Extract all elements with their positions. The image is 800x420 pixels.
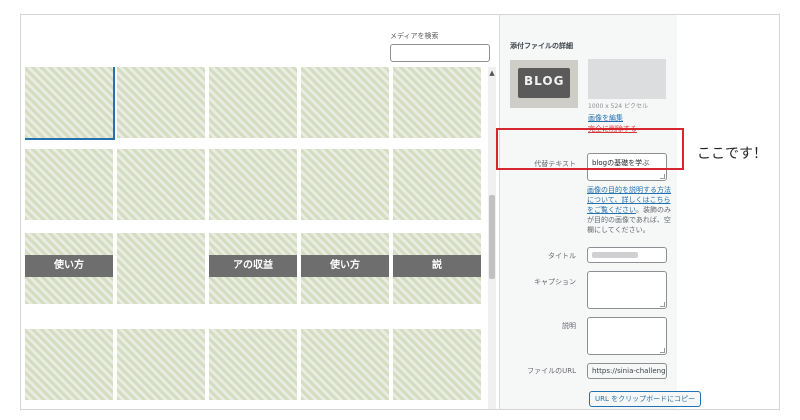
media-library: メディアを検索 使い方 アの収益 使い方説 ▲ (21, 15, 499, 409)
thumbnail-overlay (117, 149, 205, 220)
thumbnail-overlay (301, 149, 389, 220)
attachment-thumbnail[interactable] (393, 149, 481, 220)
attachment-thumbnail[interactable] (25, 329, 113, 400)
thumbnail-overlay (301, 329, 389, 400)
thumbnail-banner-text: 使い方 (25, 255, 113, 277)
search-input[interactable] (390, 44, 490, 62)
attachment-thumbnail[interactable] (393, 67, 481, 138)
image-dimensions: 1000 x 524 ピクセル (588, 103, 648, 110)
attachment-thumbnail[interactable] (209, 149, 297, 220)
thumbnail-overlay (209, 149, 297, 220)
attachment-thumbnail[interactable]: 説 (393, 233, 481, 304)
attachment-thumbnail[interactable] (301, 329, 389, 400)
description-label: 説明 (562, 322, 576, 330)
thumbnail-overlay (301, 67, 389, 138)
thumbnail-overlay (117, 329, 205, 400)
search-label: メディアを検索 (390, 32, 439, 40)
thumbnail-overlay (25, 67, 113, 138)
attachment-preview-image: BLOG (510, 60, 578, 108)
thumbnail-overlay (393, 329, 481, 400)
attachment-thumbnail[interactable] (117, 329, 205, 400)
attachment-thumbnail[interactable] (393, 329, 481, 400)
resize-handle-icon[interactable] (660, 302, 665, 307)
edit-image-link[interactable]: 画像を編集 (588, 113, 623, 123)
thumbnail-overlay (117, 67, 205, 138)
title-label: タイトル (548, 252, 576, 260)
details-title: 添付ファイルの詳細 (510, 42, 573, 50)
attachment-thumbnail[interactable] (117, 149, 205, 220)
attachment-thumbnail[interactable] (209, 329, 297, 400)
thumbnail-overlay (117, 233, 205, 304)
thumbnail-overlay (25, 329, 113, 400)
thumbnail-overlay (393, 67, 481, 138)
annotation-text: ここです！ (697, 146, 767, 162)
caption-field[interactable] (587, 271, 667, 309)
attachment-thumbnail[interactable] (25, 149, 113, 220)
attachment-grid: 使い方 アの収益 使い方説 (25, 67, 487, 409)
description-field[interactable] (587, 317, 667, 355)
resize-handle-icon[interactable] (660, 348, 665, 353)
alt-text-help: 画像の目的を説明する方法について、詳しくはこちらをご覧ください。装飾のみが目的の… (587, 185, 673, 235)
thumbnail-banner-text: 説 (393, 255, 481, 277)
attachment-thumbnail[interactable]: アの収益 (209, 233, 297, 304)
attachment-thumbnail[interactable] (25, 67, 113, 138)
title-field[interactable] (587, 247, 667, 263)
caption-label: キャプション (534, 278, 576, 286)
attachment-thumbnail[interactable]: 使い方 (301, 233, 389, 304)
attachment-details-sidebar: 添付ファイルの詳細 BLOG 1000 x 524 ピクセル 画像を編集 完全に… (499, 15, 702, 409)
copy-url-button[interactable]: URL をクリップボードにコピー (589, 391, 702, 407)
library-scrollbar[interactable]: ▲ (488, 67, 496, 409)
file-url-field[interactable]: https://sinia-challenge.com (587, 363, 667, 379)
thumbnail-overlay (209, 329, 297, 400)
blurred-file-meta (588, 59, 666, 99)
annotation-highlight-box (496, 128, 684, 170)
scroll-up-arrow-icon[interactable]: ▲ (488, 69, 496, 77)
preview-logo-text: BLOG (524, 74, 565, 88)
thumbnail-overlay (209, 67, 297, 138)
attachment-thumbnail[interactable] (117, 67, 205, 138)
thumbnail-overlay (393, 149, 481, 220)
attachment-thumbnail[interactable] (209, 67, 297, 138)
scroll-thumb[interactable] (489, 195, 495, 279)
resize-handle-icon[interactable] (660, 174, 665, 179)
media-modal: メディアを検索 使い方 アの収益 使い方説 ▲ 添付ファイルの詳細 BLOG 100… (20, 14, 780, 410)
file-url-label: ファイルのURL (527, 367, 576, 375)
attachment-thumbnail[interactable] (301, 67, 389, 138)
thumbnail-banner-text: アの収益 (209, 255, 297, 277)
attachment-thumbnail[interactable] (301, 149, 389, 220)
thumbnail-banner-text: 使い方 (301, 255, 389, 277)
thumbnail-overlay (25, 149, 113, 220)
blurred-title-value (592, 252, 638, 258)
attachment-thumbnail[interactable]: 使い方 (25, 233, 113, 304)
attachment-thumbnail[interactable] (117, 233, 205, 304)
